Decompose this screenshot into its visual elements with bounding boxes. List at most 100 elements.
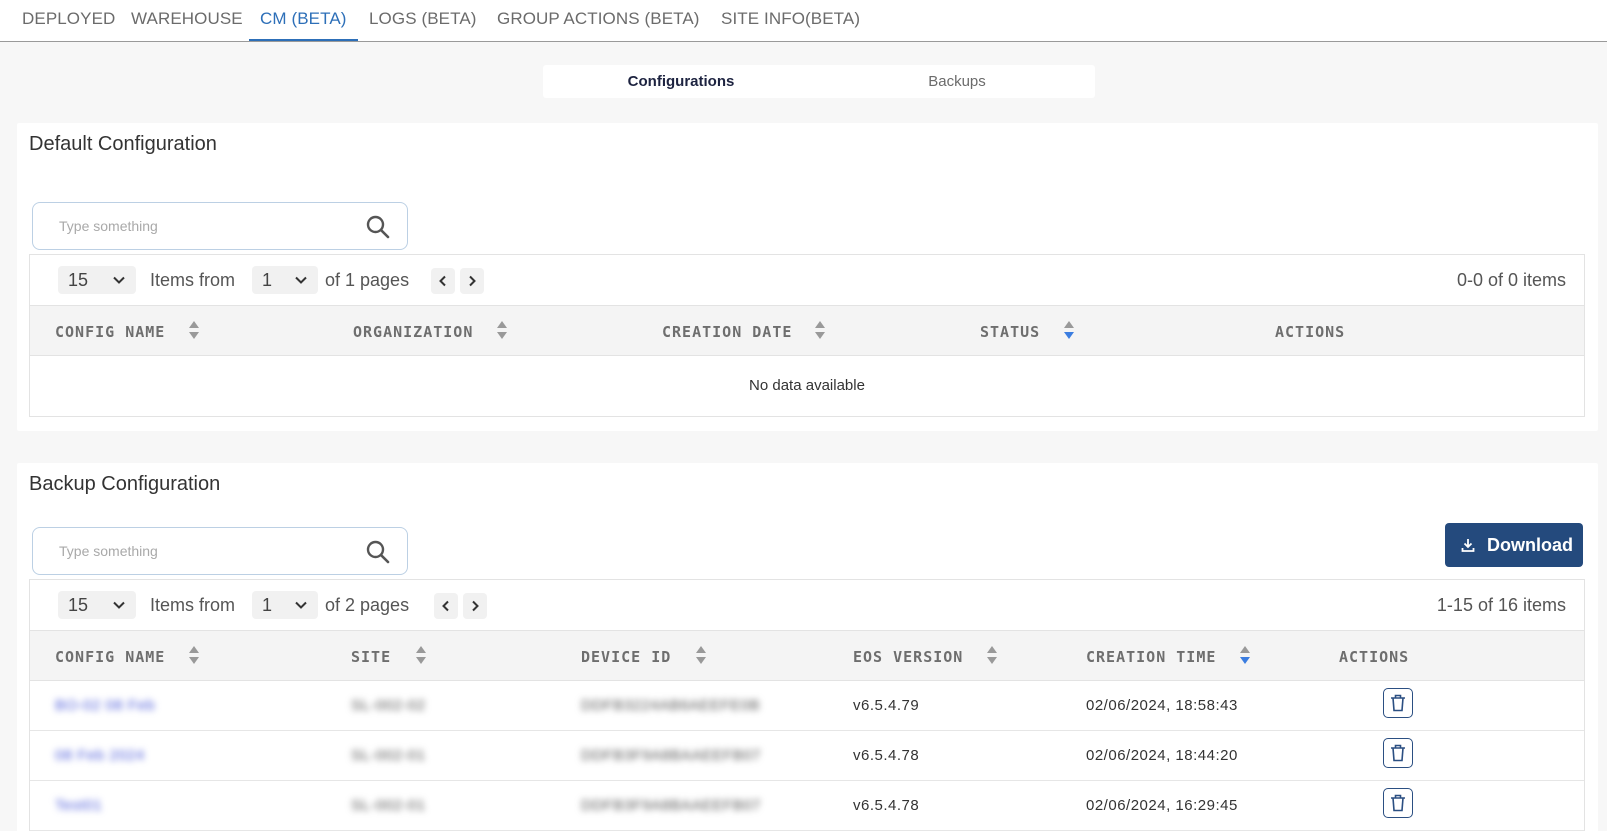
column-config-name[interactable]: CONFIG NAME <box>55 648 165 666</box>
column-actions: ACTIONS <box>1275 323 1346 341</box>
top-nav: DEPLOYED WAREHOUSE CM (BETA) LOGS (BETA)… <box>0 0 1607 42</box>
eos-version-cell: v6.5.4.79 <box>853 697 920 714</box>
chevron-right-icon <box>472 600 479 612</box>
backup-configuration-panel: Backup Configuration Download 15 Items f… <box>17 463 1598 831</box>
eos-version-cell: v6.5.4.78 <box>853 747 920 764</box>
table-header: CONFIG NAME SITE DEVICE ID EOS VERSION C… <box>30 630 1584 681</box>
panel-title: Default Configuration <box>29 133 217 155</box>
items-count: 1-15 of 16 items <box>1436 595 1566 615</box>
tab-warehouse[interactable]: WAREHOUSE <box>131 0 243 41</box>
search-icon[interactable] <box>365 214 391 240</box>
table-row: Test01 SL-002-01 DDFB3F9A8BAAEEFB07 v6.5… <box>30 781 1584 831</box>
site-cell: SL-002-01 <box>351 747 426 764</box>
pagination-bar: 15 Items from 1 of 1 pages 0-0 of 0 item… <box>30 255 1584 305</box>
column-device-id[interactable]: DEVICE ID <box>581 648 671 666</box>
default-config-table: 15 Items from 1 of 1 pages 0-0 of 0 item… <box>29 254 1585 417</box>
next-page-button[interactable] <box>460 268 484 294</box>
table-row: BO-02 08 Feb SL-002-02 DDFB3224AB6AEEFE0… <box>30 681 1584 731</box>
chevron-down-icon <box>113 601 125 609</box>
page-value: 1 <box>262 595 273 615</box>
creation-time-cell: 02/06/2024, 18:58:43 <box>1086 697 1238 714</box>
search-box <box>32 527 408 575</box>
next-page-button[interactable] <box>463 593 487 619</box>
of-pages-label: of 1 pages <box>325 270 410 290</box>
column-creation-date[interactable]: CREATION DATE <box>662 323 792 341</box>
tab-deployed[interactable]: DEPLOYED <box>22 0 115 41</box>
config-name-link[interactable]: Test01 <box>55 797 102 814</box>
creation-time-cell: 02/06/2024, 18:44:20 <box>1086 747 1238 764</box>
download-icon <box>1461 539 1475 552</box>
column-actions: ACTIONS <box>1339 648 1410 666</box>
trash-icon <box>1391 794 1405 812</box>
prev-page-button[interactable] <box>434 593 458 619</box>
search-icon[interactable] <box>365 539 391 565</box>
view-switcher: Configurations Backups <box>543 65 1095 98</box>
config-name-link[interactable]: BO-02 08 Feb <box>55 697 155 714</box>
panel-title: Backup Configuration <box>29 473 221 495</box>
column-organization[interactable]: ORGANIZATION <box>353 323 473 341</box>
default-configuration-panel: Default Configuration 15 Items from 1 of… <box>17 123 1598 431</box>
delete-button[interactable] <box>1383 788 1413 818</box>
tab-cm[interactable]: CM (BETA) <box>249 0 358 41</box>
eos-version-cell: v6.5.4.78 <box>853 797 920 814</box>
column-config-name[interactable]: CONFIG NAME <box>55 323 165 341</box>
page-size-select[interactable]: 15 <box>58 591 136 619</box>
sort-desc-icon[interactable] <box>1239 644 1251 666</box>
page-size-select[interactable]: 15 <box>58 266 136 294</box>
download-button[interactable]: Download <box>1445 523 1583 567</box>
trash-icon <box>1391 744 1405 762</box>
items-count: 0-0 of 0 items <box>1456 270 1566 290</box>
sort-icon[interactable] <box>188 644 200 666</box>
tab-site-info[interactable]: SITE INFO(BETA) <box>721 0 860 41</box>
sort-icon[interactable] <box>814 319 826 341</box>
tab-group-actions[interactable]: GROUP ACTIONS (BETA) <box>497 0 700 41</box>
chevron-down-icon <box>113 276 125 284</box>
items-from-label: Items from <box>150 270 236 290</box>
table-header: CONFIG NAME ORGANIZATION CREATION DATE S… <box>30 305 1584 356</box>
column-status[interactable]: STATUS <box>980 323 1040 341</box>
search-box <box>32 202 408 250</box>
backup-config-table: 15 Items from 1 of 2 pages 1-15 of 16 it… <box>29 579 1585 831</box>
chevron-left-icon <box>442 600 449 612</box>
page-value: 1 <box>262 270 273 290</box>
search-input[interactable] <box>59 540 339 562</box>
sort-icon[interactable] <box>496 319 508 341</box>
creation-time-cell: 02/06/2024, 16:29:45 <box>1086 797 1238 814</box>
tab-logs[interactable]: LOGS (BETA) <box>369 0 477 41</box>
page-select[interactable]: 1 <box>252 591 318 619</box>
sort-desc-icon[interactable] <box>1063 319 1075 341</box>
sort-icon[interactable] <box>415 644 427 666</box>
device-id-cell: DDFB3F9A8BAAEEFB07 <box>581 747 761 764</box>
page-select[interactable]: 1 <box>252 266 318 294</box>
delete-button[interactable] <box>1383 688 1413 718</box>
column-site[interactable]: SITE <box>351 648 391 666</box>
device-id-cell: DDFB3224AB6AEEFE0B <box>581 697 761 714</box>
page-size-value: 15 <box>68 595 89 615</box>
site-cell: SL-002-02 <box>351 697 426 714</box>
sort-icon[interactable] <box>695 644 707 666</box>
trash-icon <box>1391 694 1405 712</box>
search-input[interactable] <box>59 215 339 237</box>
config-name-link[interactable]: 08 Feb 2024 <box>55 747 145 764</box>
delete-button[interactable] <box>1383 738 1413 768</box>
segment-backups[interactable]: Backups <box>819 65 1095 98</box>
column-creation-time[interactable]: CREATION TIME <box>1086 648 1216 666</box>
pagination-bar: 15 Items from 1 of 2 pages 1-15 of 16 it… <box>30 580 1584 630</box>
device-id-cell: DDFB3F9A8BAAEEFB07 <box>581 797 761 814</box>
empty-state: No data available <box>749 377 865 394</box>
chevron-right-icon <box>469 275 476 287</box>
sort-icon[interactable] <box>188 319 200 341</box>
segment-configurations[interactable]: Configurations <box>543 65 819 98</box>
download-label: Download <box>1487 535 1573 555</box>
column-eos-version[interactable]: EOS VERSION <box>853 648 963 666</box>
items-from-label: Items from <box>150 595 236 615</box>
site-cell: SL-002-01 <box>351 797 426 814</box>
chevron-left-icon <box>439 275 446 287</box>
page-size-value: 15 <box>68 270 89 290</box>
table-row: 08 Feb 2024 SL-002-01 DDFB3F9A8BAAEEFB07… <box>30 731 1584 781</box>
prev-page-button[interactable] <box>431 268 455 294</box>
chevron-down-icon <box>295 601 307 609</box>
sort-icon[interactable] <box>986 644 998 666</box>
of-pages-label: of 2 pages <box>325 595 410 615</box>
chevron-down-icon <box>295 276 307 284</box>
